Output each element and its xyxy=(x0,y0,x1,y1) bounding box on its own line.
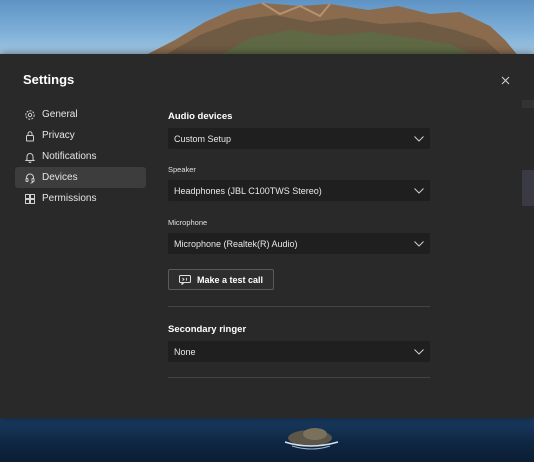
bell-icon xyxy=(24,151,36,163)
microphone-select[interactable]: Microphone (Realtek(R) Audio) xyxy=(168,233,430,254)
microphone-value: Microphone (Realtek(R) Audio) xyxy=(174,238,298,249)
secondary-ringer-heading: Secondary ringer xyxy=(168,324,247,335)
section-divider xyxy=(168,306,430,307)
secondary-ringer-select[interactable]: None xyxy=(168,341,430,362)
audio-devices-select[interactable]: Custom Setup xyxy=(168,128,430,149)
nav-item-privacy[interactable]: Privacy xyxy=(15,125,146,146)
settings-dialog: Settings General Privacy Notifications D… xyxy=(0,54,534,418)
speaker-label: Speaker xyxy=(168,165,196,174)
chevron-down-icon xyxy=(414,240,424,247)
chevron-down-icon xyxy=(414,348,424,355)
nav-item-label: Permissions xyxy=(42,193,97,204)
secondary-ringer-value: None xyxy=(174,346,196,357)
desktop-wallpaper-top xyxy=(0,0,534,58)
make-test-call-button[interactable]: Make a test call xyxy=(168,269,274,290)
close-button[interactable] xyxy=(496,71,514,89)
nav-item-notifications[interactable]: Notifications xyxy=(15,146,146,167)
section-divider xyxy=(168,377,430,378)
microphone-label: Microphone xyxy=(168,218,208,227)
nav-item-label: Notifications xyxy=(42,151,97,162)
chevron-down-icon xyxy=(414,135,424,142)
desktop-wallpaper-bottom xyxy=(0,418,534,462)
make-test-call-label: Make a test call xyxy=(196,274,264,285)
test-call-icon xyxy=(178,274,191,285)
background-window-edge xyxy=(522,100,534,108)
dialog-title: Settings xyxy=(23,72,75,87)
headset-icon xyxy=(24,172,36,184)
nav-item-label: General xyxy=(42,109,78,120)
audio-devices-heading: Audio devices xyxy=(168,111,233,122)
speaker-value: Headphones (JBL C100TWS Stereo) xyxy=(174,185,322,196)
lock-icon xyxy=(24,130,36,142)
speaker-select[interactable]: Headphones (JBL C100TWS Stereo) xyxy=(168,180,430,201)
audio-devices-value: Custom Setup xyxy=(174,133,232,144)
background-window-edge xyxy=(522,170,534,206)
close-icon xyxy=(501,76,509,84)
chevron-down-icon xyxy=(414,187,424,194)
nav-item-label: Privacy xyxy=(42,130,75,141)
nav-item-permissions[interactable]: Permissions xyxy=(15,188,146,209)
gear-icon xyxy=(24,109,36,121)
nav-item-label: Devices xyxy=(42,172,78,183)
apps-grid-icon xyxy=(24,193,36,205)
nav-item-devices[interactable]: Devices xyxy=(15,167,146,188)
nav-item-general[interactable]: General xyxy=(15,104,146,125)
